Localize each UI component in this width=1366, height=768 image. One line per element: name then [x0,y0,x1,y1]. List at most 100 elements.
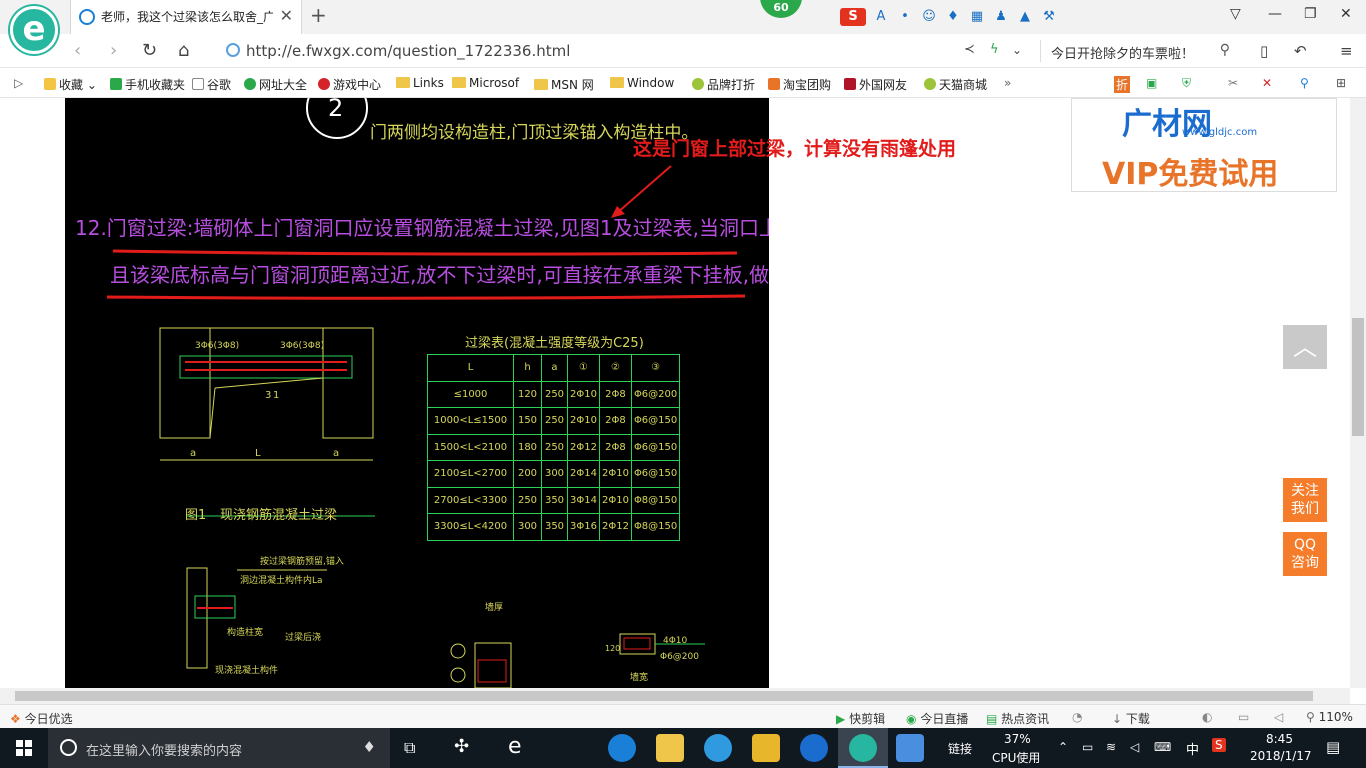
minimize-icon[interactable]: — [1268,6,1282,22]
horizontal-scrollbar[interactable] [0,688,1350,704]
microphone-icon[interactable]: ♦ [944,8,962,26]
glodon-app-icon[interactable] [800,734,828,762]
search-input[interactable]: 今日开抢除夕的车票啦！ ⚲ [1040,40,1240,62]
sidebar-toggle-icon[interactable]: ▷ [14,76,23,90]
punctuation-icon[interactable]: • [896,8,914,26]
bookmark-mobile[interactable]: 手机收藏夹 [110,76,185,93]
live-stream[interactable]: ◉ 今日直播 [906,710,968,727]
back-icon[interactable]: ‹ [74,40,81,61]
mute-icon[interactable]: ◁ [1274,710,1283,724]
grid-icon[interactable]: ⊞ [1336,76,1346,90]
play-icon: ▶ [836,712,846,726]
close-ad-icon[interactable]: ✕ [1262,76,1272,90]
browser-tab[interactable]: 老师，我这个过梁该怎么取舍_广 ✕ [70,0,302,34]
clock-time[interactable]: 8:45 [1266,732,1293,746]
downloads[interactable]: ↓ 下载 [1112,710,1150,727]
keyboard-icon[interactable]: ▦ [968,8,986,26]
remote-app-icon[interactable] [896,734,924,762]
tray-chevron-up-icon[interactable]: ⌃ [1058,740,1068,754]
shield-icon[interactable]: ⛨ [1182,76,1191,91]
more-bookmarks-icon[interactable]: » [1004,76,1011,90]
horizontal-scroll-thumb[interactable] [15,691,1313,701]
chevron-down-icon[interactable]: ⌄ [1012,43,1022,57]
search-icon[interactable]: ⚲ [1220,42,1230,58]
back-to-top-button[interactable]: ︿ [1283,325,1327,369]
follow-us-button[interactable]: 关注 我们 [1283,478,1327,522]
today-picks[interactable]: ❖ 今日优选 [10,710,73,727]
share-icon[interactable]: ≺ [964,42,975,57]
quick-edit[interactable]: ▶ 快剪辑 [836,710,885,727]
browser-e-icon[interactable]: e [508,734,522,759]
wrench-icon[interactable]: ⚒ [1040,8,1058,26]
notes-app-icon[interactable] [752,734,780,762]
search-icon[interactable]: ⚲ [1300,76,1309,90]
browser-logo-icon[interactable]: e [10,6,58,54]
notification-center-icon[interactable]: ▤ [1326,738,1340,756]
bookmark-games[interactable]: 游戏中心 [318,76,381,93]
keyboard-icon[interactable]: ⌨ [1154,740,1171,754]
font-icon[interactable]: A [872,8,890,26]
windows-start-icon[interactable] [16,740,32,756]
pin-icon[interactable]: ▽ [1230,6,1241,22]
sogou-icon[interactable]: S [840,8,866,26]
file-explorer-icon[interactable] [656,734,684,762]
hot-news[interactable]: ▤ 热点资讯 [986,710,1049,727]
phone-icon[interactable]: ▯ [1260,42,1268,60]
new-tab-button[interactable]: + [310,3,327,27]
zoom-level[interactable]: ⚲ 110% [1306,710,1353,724]
lightning-icon[interactable]: ϟ [990,42,999,57]
close-tab-icon[interactable]: ✕ [280,6,293,25]
clean-icon[interactable]: ◐ [1202,710,1212,724]
internet-explorer-icon[interactable] [704,734,732,762]
maximize-icon[interactable]: ❐ [1304,6,1317,22]
speed-icon[interactable]: ◔ [1072,710,1082,724]
shirt-icon[interactable]: ▲ [1016,8,1034,26]
notification-badge[interactable]: 60 [760,0,802,18]
discount-icon[interactable]: 折 [1114,76,1131,93]
undo-icon[interactable]: ↶ [1294,42,1307,60]
wifi-icon[interactable]: ≋ [1106,740,1116,754]
bookmark-links[interactable]: Links [396,76,444,90]
close-window-icon[interactable]: ✕ [1340,6,1352,22]
edge-icon[interactable] [608,734,636,762]
emoji-icon[interactable]: ☺ [920,8,938,26]
bookmark-taobao[interactable]: 淘宝团购 [768,76,831,93]
arrow-line [616,165,672,214]
fan-app-icon[interactable]: ✣ [454,736,469,757]
bookmark-hao[interactable]: 网址大全 [244,76,307,93]
bookmark-brand[interactable]: 品牌打折 [692,76,755,93]
bookmark-favorites[interactable]: 收藏 ⌄ [44,76,97,93]
advertisement-banner[interactable]: 广材网 www.gldjc.com VIP免费试用 [1071,98,1337,192]
menu-icon[interactable]: ≡ [1340,42,1353,60]
task-view-icon[interactable]: ⧉ [404,738,415,758]
window-icon[interactable]: ▭ [1238,710,1249,724]
url-input[interactable]: http://e.fwxgx.com/question_1722336.html [222,40,952,62]
bookmark-foreign[interactable]: 外国网友 [844,76,907,93]
home-icon[interactable]: ⌂ [178,40,189,61]
refresh-icon[interactable]: ↻ [142,40,157,61]
bookmark-msn[interactable]: MSN 网 [534,76,594,93]
sogou-tray-icon[interactable]: S [1212,738,1226,752]
site-info-icon[interactable] [226,43,240,57]
header-cell: a [541,354,568,382]
bookmark-google[interactable]: 谷歌 [192,76,231,93]
links-toolbar-label[interactable]: 链接 [948,740,972,757]
ime-indicator[interactable]: 中 [1186,739,1199,758]
vertical-scroll-thumb[interactable] [1352,318,1364,436]
bookmark-windows[interactable]: Window [610,76,674,90]
forward-icon[interactable]: › [110,40,117,61]
cad-drawing[interactable]: 2 3Φ6(3Φ8) 3Φ6(3Φ8) 3 1 a L a 按过梁钢筋预留,锚入… [65,98,769,688]
volume-icon[interactable]: ◁ [1130,740,1139,754]
vertical-scrollbar[interactable] [1350,98,1366,688]
battery-icon[interactable]: ▭ [1082,740,1093,754]
bookmark-microsoft[interactable]: Microsof [452,76,519,90]
tools-icon[interactable]: ✂ [1228,76,1238,90]
taskbar-search-input[interactable]: 在这里输入你要搜索的内容 ♦ [48,728,390,768]
bookmark-tmall[interactable]: 天猫商城 [924,76,987,93]
user-icon[interactable]: ♟ [992,8,1010,26]
active-browser-task[interactable] [838,728,888,768]
qq-consult-button[interactable]: QQ 咨询 [1283,532,1327,576]
book-icon[interactable]: ▣ [1146,76,1157,90]
microphone-icon[interactable]: ♦ [363,738,376,756]
clock-date[interactable]: 2018/1/17 [1250,749,1312,763]
